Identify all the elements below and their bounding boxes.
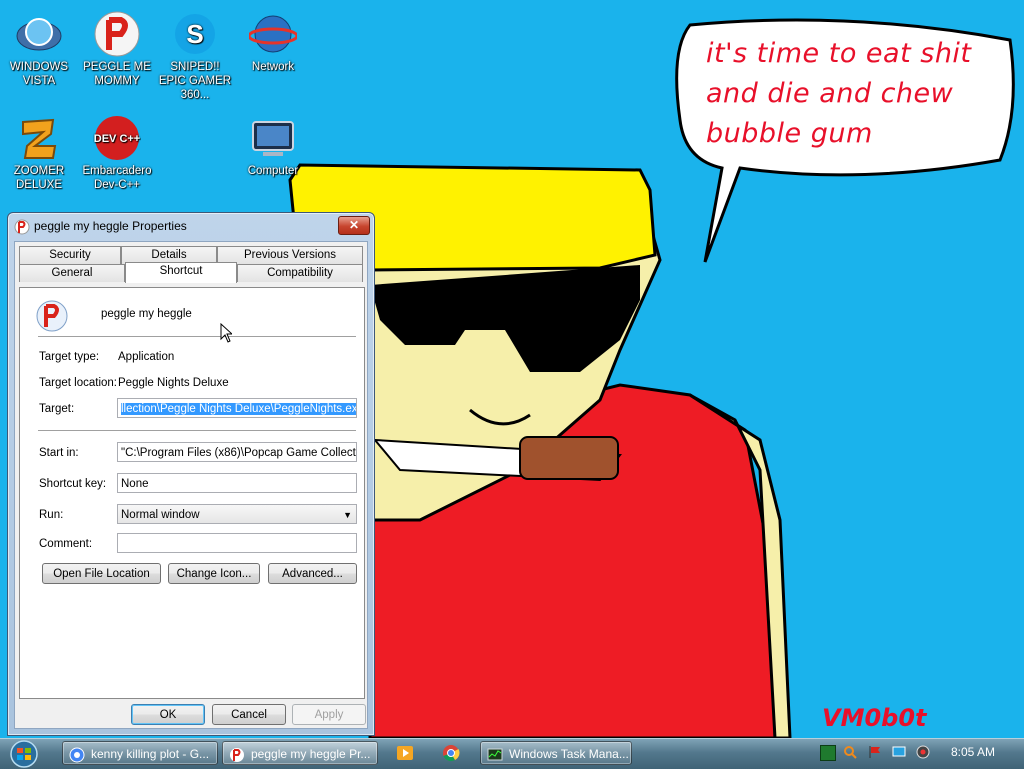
shortcut-name: peggle my heggle [101,308,192,320]
chrome-icon [69,747,85,763]
media-player-icon[interactable] [396,744,414,762]
target-label: Target: [39,403,75,415]
desktop-icon-sniped[interactable]: S SNIPED!! EPIC GAMER 360... [156,4,234,102]
desktop-icon-label: Computer [247,165,299,177]
volume-icon[interactable] [916,745,930,759]
tab-compatibility[interactable]: Compatibility [237,264,363,282]
mouse-cursor-icon [220,323,232,343]
start-button[interactable] [4,740,44,768]
start-in-field[interactable]: "C:\Program Files (x86)\Popcap Game Coll… [117,442,357,462]
desktop-icon-label: WINDOWS VISTA [9,61,69,87]
desktop-icon-computer[interactable]: Computer [234,108,312,178]
zoomer-icon [22,118,57,159]
comment-field[interactable] [117,533,357,553]
target-type-value: Application [118,351,175,363]
desktop-icon-devcpp[interactable]: DEV C++ Embarcadero Dev-C++ [78,108,156,192]
tab-security[interactable]: Security [19,246,121,264]
desktop-icon-peggle-me-mommy[interactable]: PEGGLE ME MOMMY [78,4,156,88]
task-manager-icon [487,748,503,761]
change-icon-button[interactable]: Change Icon... [168,563,260,584]
close-button[interactable]: ✕ [338,216,370,235]
skype-icon: S [175,14,215,54]
ok-button[interactable]: OK [131,704,205,725]
chevron-down-icon: ▼ [343,510,352,520]
run-select[interactable]: Normal window ▼ [117,504,357,524]
peggle-icon [230,747,244,762]
desktop-icon-label: Network [251,61,295,73]
wallpaper-speech-text: it's time to eat shit and die and chew b… [706,38,972,149]
start-in-label: Start in: [39,447,79,459]
comment-label: Comment: [39,538,93,550]
chrome-icon[interactable] [442,744,460,762]
dialog-title: peggle my heggle Properties [34,219,187,233]
run-label: Run: [39,509,64,521]
advanced-button[interactable]: Advanced... [268,563,357,584]
properties-dialog[interactable]: peggle my heggle Properties ✕ Security D… [7,212,375,736]
desktop-icon-label: SNIPED!! EPIC GAMER 360... [158,61,232,101]
monitor-icon[interactable] [892,745,906,759]
windows-vista-icon [16,18,62,51]
target-type-label: Target type: [39,351,100,363]
tab-general[interactable]: General [19,264,125,282]
dialog-titlebar[interactable]: peggle my heggle Properties ✕ [8,213,374,239]
taskbar-clock[interactable]: 8:05 AM [951,745,995,759]
flag-icon[interactable] [868,745,882,759]
shortcut-key-label: Shortcut key: [39,478,107,490]
computer-icon [252,121,294,156]
peggle-icon [94,11,140,57]
tab-previous-versions[interactable]: Previous Versions [217,246,363,264]
taskbar-item-label: Windows Task Mana... [509,747,629,761]
dialog-client: Security Details Previous Versions Gener… [14,241,368,729]
target-value: llection\Peggle Nights Deluxe\PeggleNigh… [121,403,356,415]
shortcut-app-icon [36,300,68,332]
run-select-value: Normal window [121,509,200,521]
shortcut-key-field[interactable]: None [117,473,357,493]
wallpaper-cigar [519,436,619,480]
desktop-icon-label: PEGGLE ME MOMMY [83,61,151,87]
taskbar-item-properties[interactable]: peggle my heggle Pr... [222,741,378,765]
apply-button[interactable]: Apply [292,704,366,725]
desktop-icon-label: Embarcadero Dev-C++ [82,165,152,191]
desktop-icon-windows-vista[interactable]: WINDOWS VISTA [0,4,78,88]
tray-app-icon[interactable] [820,745,836,761]
taskbar-item-label: kenny killing plot - G... [91,747,210,761]
devcpp-icon-text: DEV C++ [94,133,140,145]
devcpp-icon: DEV C++ [94,116,140,160]
wallpaper-signature: VM0b0t [822,704,927,732]
peggle-icon [14,219,30,235]
target-field[interactable]: llection\Peggle Nights Deluxe\PeggleNigh… [117,398,357,418]
taskbar-item-task-manager[interactable]: Windows Task Mana... [480,741,632,765]
desktop-icon-label: ZOOMER DELUXE [13,165,65,191]
open-file-location-button[interactable]: Open File Location [42,563,161,584]
target-location-label: Target location: [39,377,117,389]
tab-shortcut[interactable]: Shortcut [125,262,237,283]
desktop-icon-zoomer-deluxe[interactable]: ZOOMER DELUXE [0,108,78,192]
taskbar-item-chrome[interactable]: kenny killing plot - G... [62,741,218,765]
network-icon [249,15,297,53]
desktop-icon-network[interactable]: Network [234,4,312,74]
skype-letter: S [186,19,203,49]
separator [38,430,356,431]
cancel-button[interactable]: Cancel [212,704,286,725]
shortcut-panel: peggle my heggle Target type: Applicatio… [19,287,365,699]
target-location-value: Peggle Nights Deluxe [118,377,229,389]
separator [38,336,356,337]
search-icon[interactable] [843,745,857,759]
taskbar-item-label: peggle my heggle Pr... [251,747,371,761]
